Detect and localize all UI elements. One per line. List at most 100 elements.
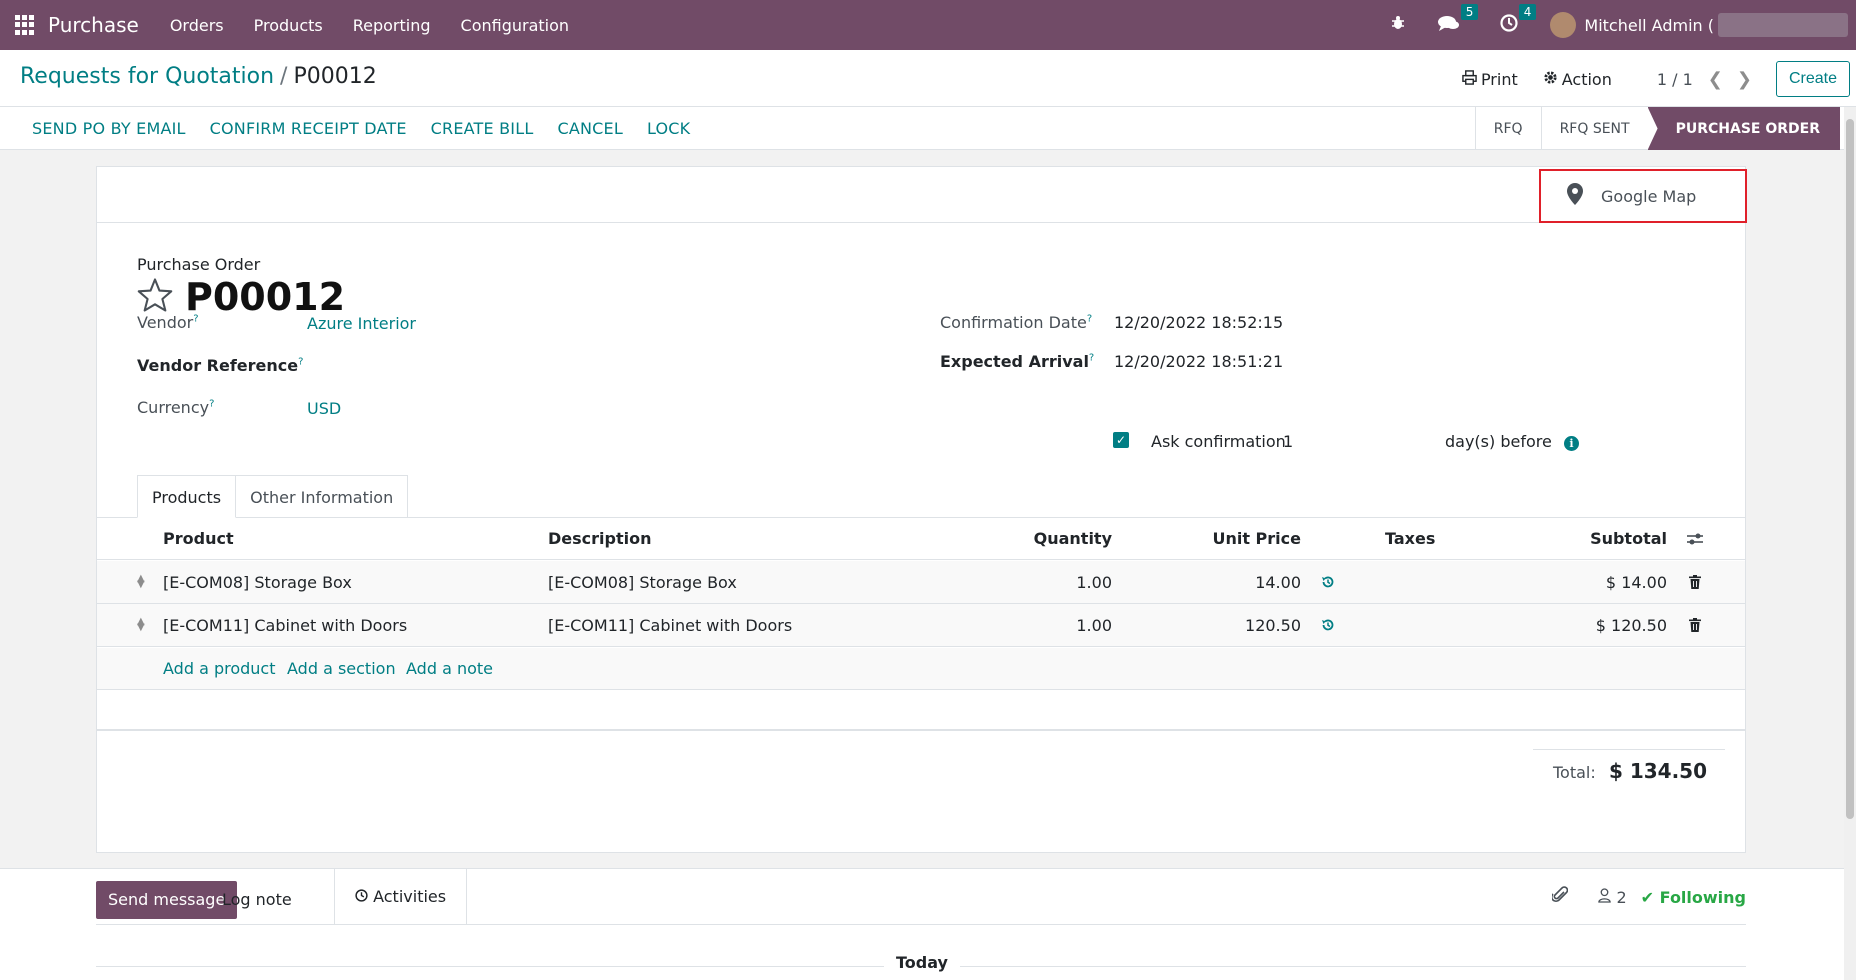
row-product[interactable]: [E-COM11] Cabinet with Doors <box>163 604 407 646</box>
today-label: Today <box>884 953 960 972</box>
total-label: Total: <box>1553 763 1596 782</box>
confirmation-date-field[interactable]: 12/20/2022 18:52:15 <box>1114 313 1283 332</box>
col-description[interactable]: Description <box>548 518 651 559</box>
scrollbar-thumb[interactable] <box>1846 119 1854 819</box>
vendor-field[interactable]: Azure Interior <box>307 314 416 333</box>
apps-menu-icon[interactable] <box>15 15 35 35</box>
send-po-by-email-button[interactable]: SEND PO BY EMAIL <box>32 119 186 138</box>
col-subtotal[interactable]: Subtotal <box>1557 518 1667 559</box>
breadcrumb-separator: / <box>280 64 288 89</box>
breadcrumb-current: P00012 <box>293 64 377 89</box>
app-brand[interactable]: Purchase <box>48 13 139 37</box>
optional-columns-icon[interactable] <box>1687 518 1703 559</box>
total-divider <box>1533 749 1725 750</box>
menu-products[interactable]: Products <box>254 16 323 35</box>
user-name[interactable]: Mitchell Admin ( <box>1584 16 1714 35</box>
activities-count-badge: 4 <box>1518 3 1537 20</box>
pager-value[interactable]: 1 / 1 <box>1657 70 1693 89</box>
send-message-button[interactable]: Send message <box>96 881 238 919</box>
expected-arrival-help-icon[interactable]: ? <box>1089 353 1094 364</box>
star-priority-icon[interactable] <box>137 278 173 316</box>
vendor-reference-help-icon[interactable]: ? <box>298 357 303 368</box>
action-button[interactable]: Action <box>1543 70 1612 89</box>
print-button[interactable]: Print <box>1462 70 1518 89</box>
row-drag-handle-icon[interactable]: ▲ ▼ <box>137 561 145 603</box>
row-unit-price[interactable]: 14.00 <box>1187 561 1301 603</box>
google-map-button[interactable]: Google Map <box>1539 169 1747 223</box>
vendor-ref-label-wrap: Vendor Reference? <box>137 356 303 375</box>
paperclip-icon[interactable] <box>1551 886 1569 908</box>
col-unit-price[interactable]: Unit Price <box>1187 518 1301 559</box>
expected-arrival-field[interactable]: 12/20/2022 18:51:21 <box>1114 352 1283 371</box>
tab-products[interactable]: Products <box>137 475 237 518</box>
pager-prev-icon[interactable]: ❮ <box>1708 69 1723 90</box>
po-name: P00012 <box>185 275 346 319</box>
messages-count-badge: 5 <box>1460 3 1479 20</box>
price-history-icon[interactable] <box>1321 561 1335 603</box>
following-button[interactable]: ✔ Following <box>1641 888 1746 907</box>
vendor-label: Vendor <box>137 313 194 332</box>
col-taxes[interactable]: Taxes <box>1385 518 1435 559</box>
followers-button[interactable]: 2 <box>1598 888 1627 907</box>
price-history-icon[interactable] <box>1321 604 1335 646</box>
add-product-link[interactable]: Add a product <box>163 648 276 690</box>
create-bill-button[interactable]: CREATE BILL <box>431 119 534 138</box>
trash-icon[interactable] <box>1689 561 1701 603</box>
stage-rfq[interactable]: RFQ <box>1474 107 1541 150</box>
currency-help-icon[interactable]: ? <box>209 399 214 410</box>
currency-label-wrap: Currency? <box>137 398 214 417</box>
row-description[interactable]: [E-COM11] Cabinet with Doors <box>548 604 792 646</box>
add-line-row: Add a product Add a section Add a note <box>97 648 1745 690</box>
menu-configuration[interactable]: Configuration <box>461 16 570 35</box>
page-scrollbar[interactable] <box>1844 107 1856 980</box>
action-label: Action <box>1561 69 1612 89</box>
currency-field[interactable]: USD <box>307 399 341 418</box>
user-avatar[interactable] <box>1550 12 1577 38</box>
expected-arrival-label-wrap: Expected Arrival? <box>940 352 1094 371</box>
row-drag-handle-icon[interactable]: ▲ ▼ <box>137 604 145 646</box>
expected-arrival-label: Expected Arrival <box>940 352 1089 371</box>
breadcrumb-parent-link[interactable]: Requests for Quotation <box>20 64 274 89</box>
row-quantity[interactable]: 1.00 <box>997 604 1112 646</box>
add-section-link[interactable]: Add a section <box>287 648 396 690</box>
pager-next-icon[interactable]: ❯ <box>1737 69 1752 90</box>
confirmation-date-help-icon[interactable]: ? <box>1087 314 1092 325</box>
vendor-label-wrap: Vendor? <box>137 313 199 332</box>
activities-button[interactable]: Activities <box>334 869 468 925</box>
menu-reporting[interactable]: Reporting <box>353 16 431 35</box>
table-row[interactable]: ▲ ▼ [E-COM11] Cabinet with Doors [E-COM11… <box>97 604 1745 647</box>
table-row[interactable]: ▲ ▼ [E-COM08] Storage Box [E-COM08] Stora… <box>97 561 1745 604</box>
confirm-receipt-date-button[interactable]: CONFIRM RECEIPT DATE <box>210 119 407 138</box>
menu-orders[interactable]: Orders <box>170 16 224 35</box>
row-description[interactable]: [E-COM08] Storage Box <box>548 561 737 603</box>
row-product[interactable]: [E-COM08] Storage Box <box>163 561 352 603</box>
tab-other-information[interactable]: Other Information <box>236 475 409 518</box>
col-product[interactable]: Product <box>163 518 234 559</box>
ask-confirmation-checkbox[interactable]: ✓ <box>1113 432 1129 448</box>
stage-purchase-order[interactable]: PURCHASE ORDER <box>1647 107 1840 150</box>
row-quantity[interactable]: 1.00 <box>997 561 1112 603</box>
lock-button[interactable]: LOCK <box>647 119 690 138</box>
log-note-button[interactable]: Log note <box>222 881 292 919</box>
row-subtotal: $ 120.50 <box>1595 615 1667 635</box>
map-pin-icon <box>1567 183 1583 209</box>
cancel-button[interactable]: CANCEL <box>557 119 622 138</box>
chatter-topbar: Send message Log note Activities 2 ✔ Fol… <box>96 869 1746 925</box>
col-quantity[interactable]: Quantity <box>997 518 1112 559</box>
vendor-reference-input[interactable] <box>307 353 957 379</box>
activities-clock-icon[interactable]: 4 <box>1500 3 1537 37</box>
row-unit-price[interactable]: 120.50 <box>1187 604 1301 646</box>
trash-icon[interactable] <box>1689 604 1701 646</box>
create-button[interactable]: Create <box>1775 61 1850 97</box>
debug-bug-icon[interactable] <box>1390 15 1406 36</box>
print-label: Print <box>1480 69 1518 89</box>
stage-rfq-sent[interactable]: RFQ SENT <box>1540 107 1648 150</box>
add-note-link[interactable]: Add a note <box>406 648 493 690</box>
messages-icon[interactable]: 5 <box>1438 3 1479 37</box>
ask-confirmation-days-input[interactable]: 1 <box>1283 432 1293 451</box>
following-label: Following <box>1659 887 1746 907</box>
info-icon[interactable]: i <box>1564 436 1579 451</box>
vendor-help-icon[interactable]: ? <box>193 314 198 325</box>
today-separator: Today <box>0 953 1844 972</box>
check-icon: ✔ <box>1640 887 1655 907</box>
